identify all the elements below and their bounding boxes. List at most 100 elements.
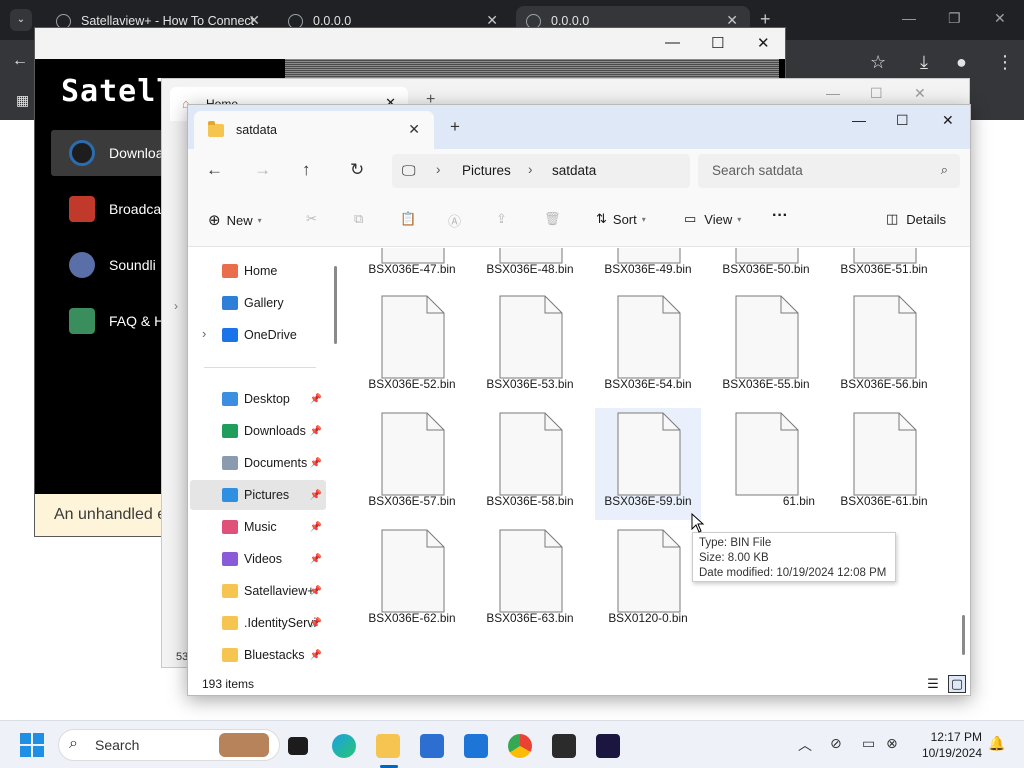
- nav-item-downloads[interactable]: Downloads 📌: [190, 416, 326, 446]
- store-icon[interactable]: [420, 734, 444, 758]
- close-icon[interactable]: ✕: [914, 85, 926, 102]
- terminal-icon[interactable]: [552, 734, 576, 758]
- command-bar: ⊕ New ▾ ✂ ⧉ 📋 Ⓐ ⇪ 🗑 ⇅ Sort ▾ ▭ View ▾ ··…: [188, 193, 970, 247]
- file-item[interactable]: BSX036E-63.bin: [477, 525, 583, 637]
- minimize-icon[interactable]: —: [665, 34, 680, 51]
- view-button[interactable]: ▭ View ▾: [684, 211, 741, 227]
- network-icon[interactable]: ⊘: [830, 735, 842, 752]
- file-item[interactable]: BSX036E-48.bin: [477, 248, 583, 288]
- nav-item-gallery[interactable]: Gallery: [190, 288, 326, 318]
- up-icon[interactable]: ↑: [302, 160, 311, 180]
- sort-button[interactable]: ⇅ Sort ▾: [596, 211, 646, 227]
- back-icon[interactable]: ←: [12, 52, 28, 70]
- system-clock[interactable]: 12:17 PM 10/19/2024: [910, 729, 982, 761]
- file-item[interactable]: BSX036E-58.bin: [477, 408, 583, 520]
- menu-icon[interactable]: ⋮: [996, 52, 1014, 73]
- file-item[interactable]: BSX036E-56.bin: [831, 291, 937, 403]
- taskbar-search[interactable]: ⌕ Search: [58, 729, 280, 761]
- chrome-icon[interactable]: [508, 734, 532, 758]
- nav-item-music[interactable]: Music 📌: [190, 512, 326, 542]
- address-bar[interactable]: 🖵 › Pictures › satdata: [392, 154, 690, 188]
- close-icon[interactable]: ✕: [942, 112, 954, 129]
- file-item[interactable]: BSX036E-47.bin: [359, 248, 465, 288]
- minimize-icon[interactable]: —: [852, 112, 866, 128]
- search-input[interactable]: Search satdata ⌕: [698, 154, 960, 188]
- minimize-icon[interactable]: —: [826, 85, 840, 101]
- nav-item-bluestacks[interactable]: Bluestacks 📌: [190, 640, 326, 670]
- paste-icon[interactable]: 📋: [400, 211, 416, 227]
- file-item[interactable]: BSX036E-49.bin: [595, 248, 701, 288]
- bin-file-icon: [617, 295, 681, 379]
- nav-item-home[interactable]: Home: [190, 256, 326, 286]
- file-item[interactable]: BSX036E-54.bin: [595, 291, 701, 403]
- refresh-icon[interactable]: ↻: [350, 160, 364, 180]
- nav-item-satellaview[interactable]: Satellaview+ 📌: [190, 576, 326, 606]
- expand-chevron-icon[interactable]: ›: [174, 299, 178, 313]
- bookmark-star-icon[interactable]: ☆: [870, 52, 886, 73]
- nav-item-videos[interactable]: Videos 📌: [190, 544, 326, 574]
- back-icon[interactable]: ←: [206, 160, 223, 180]
- minimize-icon[interactable]: —: [902, 10, 916, 26]
- share-icon[interactable]: ⇪: [496, 211, 507, 227]
- pictures-icon: [222, 488, 238, 502]
- nav-scrollbar[interactable]: [334, 266, 337, 344]
- file-item[interactable]: BSX036E-50.bin: [713, 248, 819, 288]
- profile-icon[interactable]: ●: [956, 52, 967, 73]
- file-item[interactable]: BSX036E-57.bin: [359, 408, 465, 520]
- maximize-icon[interactable]: ☐: [711, 34, 724, 52]
- details-button[interactable]: ◫ Details: [886, 211, 946, 227]
- close-icon[interactable]: ✕: [994, 10, 1006, 27]
- satellaview-app-icon[interactable]: [596, 734, 620, 758]
- forward-icon[interactable]: →: [254, 160, 271, 180]
- file-item[interactable]: BSX036E-53.bin: [477, 291, 583, 403]
- new-tab-icon[interactable]: +: [450, 117, 460, 137]
- file-item[interactable]: BSX036E-59.bin: [595, 408, 701, 520]
- nav-item-documents[interactable]: Documents 📌: [190, 448, 326, 478]
- file-name: BSX036E-53.bin: [486, 377, 574, 391]
- show-hidden-icons-icon[interactable]: ︿: [798, 735, 812, 755]
- file-explorer-icon[interactable]: [376, 734, 400, 758]
- restore-icon[interactable]: ❐: [948, 10, 961, 27]
- windows-start-icon[interactable]: [20, 733, 44, 757]
- file-item[interactable]: BSX036E-61.bin: [831, 408, 937, 520]
- nav-item-pictures[interactable]: Pictures 📌: [190, 480, 326, 510]
- nav-item-desktop[interactable]: Desktop 📌: [190, 384, 326, 414]
- breadcrumb-satdata[interactable]: satdata: [552, 163, 596, 178]
- volume-icon[interactable]: ⊗: [886, 735, 898, 752]
- cut-icon[interactable]: ✂: [306, 211, 317, 227]
- delete-icon[interactable]: 🗑: [544, 211, 561, 227]
- file-item[interactable]: BSX0120-0.bin: [595, 525, 701, 637]
- file-item[interactable]: 61.bin: [713, 408, 819, 520]
- file-item[interactable]: BSX036E-62.bin: [359, 525, 465, 637]
- maximize-icon[interactable]: ☐: [870, 85, 883, 102]
- nav-item-identityservi[interactable]: .IdentityServi 📌: [190, 608, 326, 638]
- file-item[interactable]: BSX036E-52.bin: [359, 291, 465, 403]
- apps-icon[interactable]: ▦: [16, 92, 29, 109]
- close-tab-icon[interactable]: ✕: [408, 121, 420, 138]
- breadcrumb-pictures[interactable]: Pictures: [462, 163, 511, 178]
- maximize-icon[interactable]: ☐: [896, 112, 909, 129]
- expand-chevron-icon[interactable]: ›: [202, 326, 206, 341]
- large-icons-view-icon[interactable]: ▢: [948, 675, 966, 693]
- edge-icon[interactable]: [332, 734, 356, 758]
- rename-icon[interactable]: Ⓐ: [448, 211, 461, 230]
- copy-icon[interactable]: ⧉: [354, 211, 363, 227]
- file-item[interactable]: BSX036E-51.bin: [831, 248, 937, 288]
- bin-file-icon: [617, 529, 681, 613]
- bin-file-icon: [853, 295, 917, 379]
- new-button[interactable]: ⊕ New ▾: [208, 211, 262, 229]
- notification-bell-icon[interactable]: 🔔: [988, 735, 1005, 752]
- details-view-icon[interactable]: ☰: [924, 675, 942, 693]
- tab-label: satdata: [236, 123, 278, 137]
- close-icon[interactable]: ✕: [757, 34, 770, 52]
- more-options-button[interactable]: ···: [772, 207, 788, 225]
- mail-icon[interactable]: [464, 734, 488, 758]
- download-icon[interactable]: ⤓: [920, 52, 928, 73]
- task-view-icon[interactable]: [288, 737, 308, 755]
- nav-item-onedrive[interactable]: › OneDrive: [190, 320, 326, 350]
- tab-search-button[interactable]: ⌄: [10, 9, 32, 31]
- display-icon[interactable]: ▭: [862, 735, 875, 752]
- file-grid-scrollbar[interactable]: [962, 615, 965, 655]
- file-item[interactable]: BSX036E-55.bin: [713, 291, 819, 403]
- explorer-tab-satdata[interactable]: satdata ✕: [194, 111, 434, 149]
